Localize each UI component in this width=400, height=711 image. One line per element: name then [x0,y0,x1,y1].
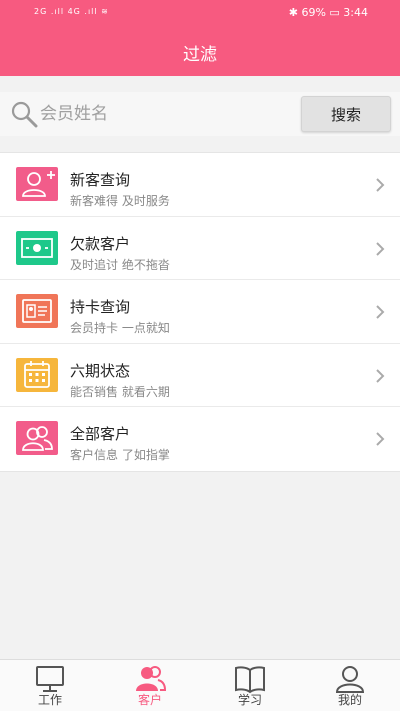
menu-item-title: 持卡查询 [70,298,131,317]
menu-item-six-phase-status[interactable]: 六期状态 能否销售 就看六期 [0,344,400,408]
menu-item-new-customers[interactable]: 新客查询 新客难得 及时服务 [0,153,400,217]
battery-clock: ✱ 69% ▭ 3:44 [288,6,368,19]
tab-mine[interactable]: 我的 [300,660,400,711]
money-icon [16,230,58,265]
chevron-right-icon [376,241,385,256]
menu-item-title: 全部客户 [70,425,131,444]
customers-icon [136,666,166,691]
tab-study[interactable]: 学习 [200,660,300,711]
menu-item-subtitle: 客户信息 了如指掌 [70,448,170,463]
monitor-icon [36,666,64,692]
menu-list: 新客查询 新客难得 及时服务 欠款客户 及时追讨 绝不拖沓 持卡查询 会员持卡 … [0,152,400,472]
profile-icon [335,666,365,693]
top-header: 2G .ıll 4G .ıll ≋ ✱ 69% ▭ 3:44 过滤 [0,0,400,76]
tab-work[interactable]: 工作 [0,660,100,711]
menu-item-debt-customers[interactable]: 欠款客户 及时追讨 绝不拖沓 [0,217,400,281]
tab-label: 工作 [37,693,62,707]
users-icon [16,421,58,456]
chevron-right-icon [376,432,385,447]
search-icon [11,101,38,128]
menu-item-subtitle: 能否销售 就看六期 [70,384,170,399]
menu-item-title: 欠款客户 [70,234,131,253]
status-bar: 2G .ıll 4G .ıll ≋ ✱ 69% ▭ 3:44 [0,4,400,24]
menu-item-subtitle: 新客难得 及时服务 [70,194,170,208]
menu-item-title: 六期状态 [70,361,131,380]
chevron-right-icon [376,369,385,383]
tab-customers[interactable]: 客户 [100,660,200,711]
menu-item-card-query[interactable]: 持卡查询 会员持卡 一点就知 [0,280,400,344]
menu-item-subtitle: 及时追讨 绝不拖沓 [70,257,170,272]
menu-item-subtitle: 会员持卡 一点就知 [70,321,170,336]
tab-label: 客户 [137,693,162,707]
tab-label: 学习 [237,693,262,707]
chevron-right-icon [376,178,385,192]
page-title: 过滤 [183,45,217,65]
card-icon [16,294,58,329]
tab-label: 我的 [337,693,362,707]
member-name-input[interactable] [40,100,290,128]
menu-item-title: 新客查询 [70,171,131,189]
book-icon [235,666,265,694]
add-user-icon [16,167,58,201]
chevron-right-icon [376,305,385,319]
menu-item-all-customers[interactable]: 全部客户 客户信息 了如指掌 [0,407,400,471]
search-button[interactable]: 搜索 [301,96,391,132]
bottom-tab-bar: 工作 客户 学习 我的 [0,659,400,711]
signal-indicators: 2G .ıll 4G .ıll ≋ [34,7,109,16]
calendar-icon [16,357,58,392]
